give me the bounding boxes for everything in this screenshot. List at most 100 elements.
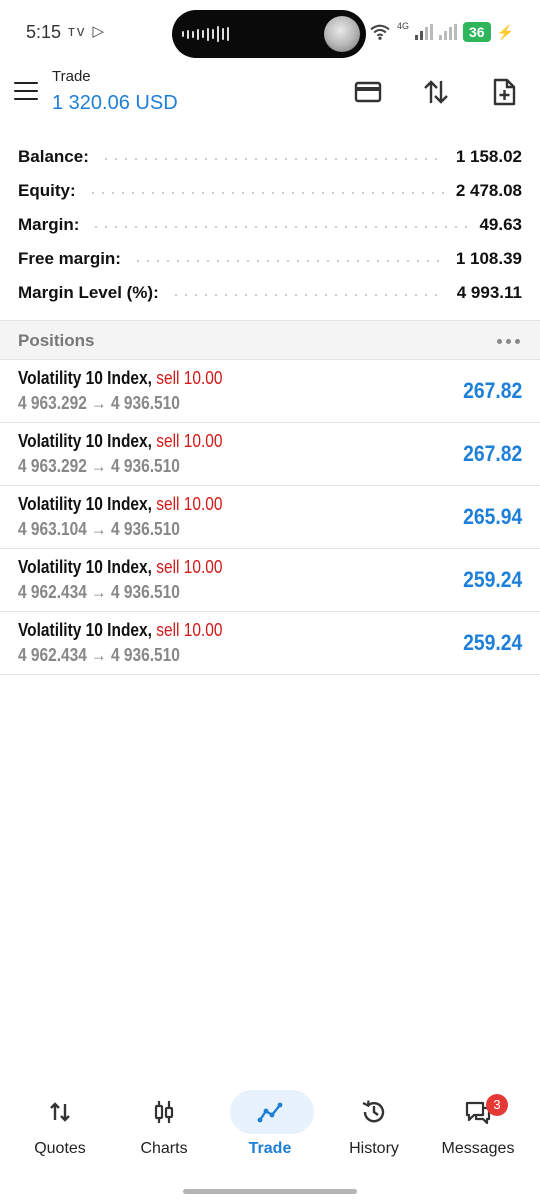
current-price: 4 936.510 xyxy=(110,582,180,602)
position-symbol: Volatility 10 Index, xyxy=(18,368,152,388)
position-row[interactable]: Volatility 10 Index, sell 10.00 4 963.10… xyxy=(0,486,540,549)
position-prices: 4 962.434 → 4 936.510 xyxy=(18,645,180,666)
summary-row-free-margin: Free margin: 1 108.39 xyxy=(18,242,522,276)
position-profit: 265.94 xyxy=(462,504,522,529)
sort-button[interactable] xyxy=(418,74,454,110)
nav-label: Messages xyxy=(441,1140,515,1157)
open-price: 4 962.434 xyxy=(18,645,87,665)
notification-icons: ᴛᴠ ▷ xyxy=(68,23,107,40)
position-type: sell 10.00 xyxy=(156,368,223,388)
bottom-navigation: Quotes Charts Trade History 3 Messages xyxy=(0,1082,540,1172)
audio-wave-icon xyxy=(182,26,229,42)
summary-row-balance: Balance: 1 158.02 xyxy=(18,140,522,174)
position-title: Volatility 10 Index, sell 10.00 xyxy=(18,620,223,641)
position-title: Volatility 10 Index, sell 10.00 xyxy=(18,557,223,578)
positions-list: Volatility 10 Index, sell 10.00 4 963.29… xyxy=(0,360,540,675)
more-options-icon[interactable] xyxy=(497,339,520,344)
summary-label: Margin Level (%): xyxy=(18,283,159,302)
summary-value: 1 158.02 xyxy=(455,147,522,166)
position-profit: 259.24 xyxy=(462,567,522,592)
nav-item-messages[interactable]: 3 Messages xyxy=(424,1082,532,1172)
position-symbol: Volatility 10 Index, xyxy=(18,431,152,451)
new-order-icon xyxy=(493,78,516,106)
position-prices: 4 963.292 → 4 936.510 xyxy=(18,393,180,414)
account-summary: Balance: 1 158.02 Equity: 2 478.08 Margi… xyxy=(18,140,522,310)
position-profit: 259.24 xyxy=(462,630,522,655)
position-profit: 267.82 xyxy=(462,441,522,466)
summary-row-margin: Margin: 49.63 xyxy=(18,208,522,242)
nav-label: Quotes xyxy=(34,1140,86,1157)
position-symbol: Volatility 10 Index, xyxy=(18,620,152,640)
position-type: sell 10.00 xyxy=(156,557,223,577)
position-title: Volatility 10 Index, sell 10.00 xyxy=(18,368,223,389)
signal-icon-sim2 xyxy=(438,24,457,40)
current-price: 4 936.510 xyxy=(110,645,180,665)
history-icon xyxy=(362,1100,385,1123)
menu-icon[interactable] xyxy=(14,82,38,100)
position-row[interactable]: Volatility 10 Index, sell 10.00 4 963.29… xyxy=(0,360,540,423)
account-balance: 1 320.06 USD xyxy=(52,92,178,114)
price-arrow: → xyxy=(91,645,107,665)
nav-label: Charts xyxy=(140,1140,188,1157)
nav-item-trade[interactable]: Trade xyxy=(216,1082,324,1172)
summary-label: Margin: xyxy=(18,215,80,234)
position-symbol: Volatility 10 Index, xyxy=(18,557,152,577)
summary-row-margin-level: Margin Level (%): 4 993.11 xyxy=(18,276,522,310)
current-price: 4 936.510 xyxy=(110,519,180,539)
dotted-leader xyxy=(132,259,444,263)
summary-label: Equity: xyxy=(18,181,76,200)
summary-label: Free margin: xyxy=(18,249,121,268)
charging-icon: ⚡ xyxy=(496,23,514,40)
current-price: 4 936.510 xyxy=(110,456,180,476)
sort-arrows-icon xyxy=(424,80,448,104)
position-title: Volatility 10 Index, sell 10.00 xyxy=(18,431,223,452)
price-arrow: → xyxy=(91,582,107,602)
dynamic-island[interactable] xyxy=(172,10,366,58)
island-avatar xyxy=(324,16,360,52)
page-title: Trade xyxy=(52,68,91,85)
current-price: 4 936.510 xyxy=(110,393,180,413)
summary-label: Balance: xyxy=(18,147,89,166)
position-row[interactable]: Volatility 10 Index, sell 10.00 4 963.29… xyxy=(0,423,540,486)
open-price: 4 962.434 xyxy=(18,582,87,602)
nav-label: History xyxy=(349,1140,399,1157)
signal-icon xyxy=(414,24,433,40)
charts-icon xyxy=(154,1101,174,1123)
quotes-icon xyxy=(50,1102,70,1122)
position-profit: 267.82 xyxy=(462,378,522,403)
open-price: 4 963.292 xyxy=(18,393,87,413)
position-symbol: Volatility 10 Index, xyxy=(18,494,152,514)
card-button[interactable] xyxy=(350,74,386,110)
position-row[interactable]: Volatility 10 Index, sell 10.00 4 962.43… xyxy=(0,549,540,612)
position-prices: 4 963.104 → 4 936.510 xyxy=(18,519,180,540)
price-arrow: → xyxy=(91,393,107,413)
positions-header: Positions xyxy=(0,320,540,360)
position-prices: 4 963.292 → 4 936.510 xyxy=(18,456,180,477)
unread-badge: 3 xyxy=(486,1094,508,1116)
dotted-leader xyxy=(170,293,445,297)
card-icon xyxy=(354,81,382,103)
position-row[interactable]: Volatility 10 Index, sell 10.00 4 962.43… xyxy=(0,612,540,675)
dotted-leader xyxy=(100,157,444,161)
status-time: 5:15 xyxy=(26,22,62,42)
new-order-button[interactable] xyxy=(486,74,522,110)
position-title: Volatility 10 Index, sell 10.00 xyxy=(18,494,223,515)
wifi-icon xyxy=(370,24,390,40)
summary-row-equity: Equity: 2 478.08 xyxy=(18,174,522,208)
dotted-leader xyxy=(87,191,444,195)
nav-item-charts[interactable]: Charts xyxy=(110,1082,218,1172)
open-price: 4 963.292 xyxy=(18,456,87,476)
positions-title: Positions xyxy=(18,331,95,350)
open-price: 4 963.104 xyxy=(18,519,87,539)
nav-item-quotes[interactable]: Quotes xyxy=(6,1082,114,1172)
home-indicator[interactable] xyxy=(183,1189,357,1194)
summary-value: 2 478.08 xyxy=(455,181,522,200)
position-prices: 4 962.434 → 4 936.510 xyxy=(18,582,180,603)
nav-item-history[interactable]: History xyxy=(320,1082,428,1172)
status-bar: 5:15 ᴛᴠ ▷ 4G 36 ⚡ xyxy=(0,0,540,64)
summary-value: 4 993.11 xyxy=(456,283,522,302)
summary-value: 49.63 xyxy=(479,215,522,234)
battery-level: 36 xyxy=(462,22,491,42)
position-type: sell 10.00 xyxy=(156,620,223,640)
network-type-label: 4G xyxy=(396,21,409,31)
